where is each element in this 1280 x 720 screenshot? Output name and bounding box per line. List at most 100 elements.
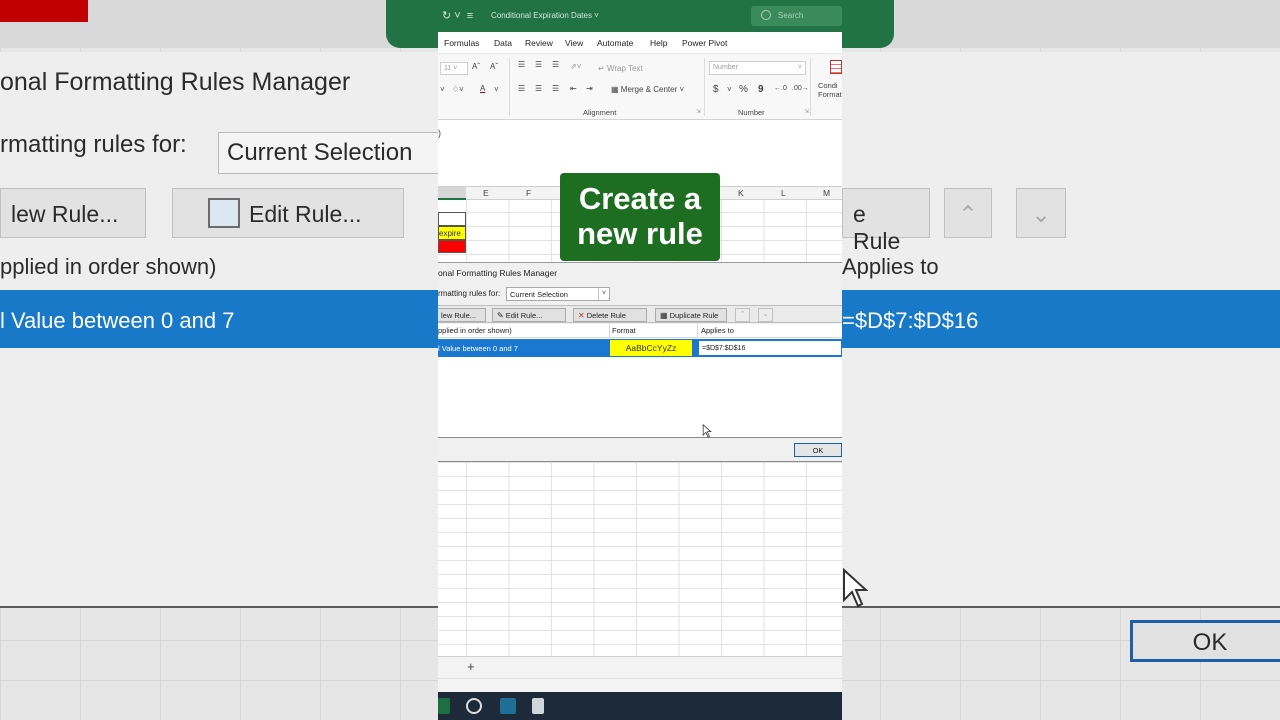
ribbon-separator — [509, 58, 510, 116]
tab-data[interactable]: Data — [494, 38, 512, 48]
add-sheet-plus-icon[interactable]: + — [467, 659, 475, 674]
app-taskbar-icon[interactable] — [500, 698, 516, 714]
bg-col-rule: pplied in order shown) — [0, 254, 217, 279]
rule-row[interactable]: l Value between 0 and 7 AaBbCcYyZz =$D$7… — [438, 339, 842, 357]
show-rules-select[interactable]: Current Selection ˅ — [506, 287, 610, 301]
ribbon-tabs: Formulas Data Review View Automate Help … — [438, 32, 842, 54]
namebox-edge: ) — [438, 128, 441, 138]
bg-new-rule-button: lew Rule... — [0, 188, 146, 238]
number-format-box[interactable]: Number ˅ — [709, 61, 806, 75]
ribbon: 11 ˅ Aˆ Aˇ ˅ ♢˅ A ˅ ☰ ☰ ☰ ⇗˅ ↵ Wrap Text… — [438, 54, 842, 120]
borders-dropdown-icon[interactable]: ˅ — [440, 85, 445, 94]
currency-button[interactable]: $ — [713, 84, 719, 95]
tab-power-pivot[interactable]: Power Pivot — [682, 38, 727, 48]
rules-list: pplied in order shown) Format Applies to… — [438, 324, 842, 438]
column-header-e[interactable]: E — [483, 188, 489, 198]
conditional-formatting-icon[interactable] — [830, 60, 842, 74]
tab-help[interactable]: Help — [650, 38, 667, 48]
bg-show-label: rmatting rules for: — [0, 131, 187, 158]
search-placeholder: Search — [778, 11, 804, 20]
increase-font-icon[interactable]: Aˆ — [472, 62, 480, 71]
align-left-icon[interactable]: ☰ — [518, 84, 525, 93]
new-rule-button[interactable]: lew Rule... — [438, 308, 486, 322]
ok-button[interactable]: OK — [794, 443, 842, 457]
document-title[interactable]: Conditional Expiration Dates ˅ — [491, 11, 599, 20]
group-alignment-label: Alignment — [583, 108, 617, 117]
font-color-dropdown-icon[interactable]: ˅ — [494, 85, 499, 94]
bg-dialog-title: onal Formatting Rules Manager — [0, 68, 351, 96]
clock-app-icon[interactable] — [466, 698, 482, 714]
column-header-f[interactable]: F — [526, 188, 531, 198]
orientation-icon[interactable]: ⇗˅ — [570, 62, 581, 71]
bg-move-up-button: ⌃ — [944, 188, 992, 238]
rules-list-header: pplied in order shown) Format Applies to — [438, 324, 842, 338]
excel-taskbar-icon[interactable] — [438, 698, 450, 714]
show-rules-label: rmatting rules for: — [438, 289, 501, 298]
move-down-button[interactable]: ⌄ — [758, 308, 773, 322]
decrease-indent-icon[interactable]: ⇤ — [570, 84, 577, 93]
fill-color-icon[interactable]: ♢˅ — [452, 85, 464, 94]
align-right-icon[interactable]: ☰ — [552, 84, 559, 93]
tab-automate[interactable]: Automate — [597, 38, 633, 48]
chevron-down-icon: ˅ — [598, 288, 609, 300]
bg-move-down-button: ⌄ — [1016, 188, 1066, 238]
bg-ok-button: OK — [1130, 620, 1280, 662]
tab-view[interactable]: View — [565, 38, 583, 48]
duplicate-rule-button[interactable]: ▦ Duplicate Rule — [655, 308, 727, 322]
header-divider — [609, 324, 610, 338]
percent-button[interactable]: % — [739, 84, 748, 95]
align-bottom-icon[interactable]: ☰ — [552, 60, 559, 69]
applies-to-field[interactable]: =$D$7:$D$16 — [698, 340, 842, 356]
selected-column-header[interactable] — [438, 187, 466, 200]
merge-center-button[interactable]: ▦ Merge & Center ˅ — [611, 85, 684, 94]
increase-decimal-icon[interactable]: ←.0 — [774, 85, 787, 92]
bg-col-applies: Applies to — [842, 254, 939, 279]
decrease-font-icon[interactable]: Aˇ — [490, 62, 498, 71]
status-bar — [438, 678, 842, 692]
decrease-decimal-icon[interactable]: .00→ — [792, 85, 809, 92]
legend-cell-red[interactable] — [438, 240, 466, 253]
tab-review[interactable]: Review — [525, 38, 553, 48]
dialog-title: onal Formatting Rules Manager — [438, 268, 558, 278]
column-header-m[interactable]: M — [823, 188, 830, 198]
align-middle-icon[interactable]: ☰ — [535, 60, 542, 69]
ribbon-separator — [704, 58, 705, 116]
alignment-launcher-icon[interactable]: ⇲ — [696, 108, 701, 115]
show-rules-value: Current Selection — [510, 290, 568, 299]
legend-cell-yellow[interactable]: expire — [438, 226, 466, 240]
align-top-icon[interactable]: ☰ — [518, 60, 525, 69]
mouse-cursor-icon — [702, 424, 712, 438]
increase-indent-icon[interactable]: ⇥ — [586, 84, 593, 93]
col-format-header: Format — [612, 326, 636, 335]
wrap-text-button[interactable]: ↵ Wrap Text — [598, 64, 643, 73]
taskbar — [438, 692, 842, 720]
column-header-k[interactable]: K — [738, 188, 744, 198]
number-launcher-icon[interactable]: ⇲ — [804, 108, 809, 115]
comma-style-button[interactable]: 9 — [758, 84, 764, 95]
worksheet-grid-lower[interactable] — [438, 462, 842, 656]
legend-cell-white[interactable] — [438, 212, 466, 226]
quick-access-icons[interactable]: ↻ ˅ ≡ — [442, 9, 473, 22]
rule-description: l Value between 0 and 7 — [438, 344, 518, 353]
column-header-l[interactable]: L — [781, 188, 786, 198]
format-preview: AaBbCcYyZz — [610, 340, 692, 356]
excel-window: ↻ ˅ ≡ Conditional Expiration Dates ˅ Sea… — [438, 0, 842, 720]
align-center-icon[interactable]: ☰ — [535, 84, 542, 93]
delete-x-icon: ✕ — [578, 311, 585, 320]
search-box[interactable]: Search — [751, 6, 842, 26]
bg-show-select: Current Selection — [218, 132, 458, 174]
tab-formulas[interactable]: Formulas — [444, 38, 479, 48]
sheet-tab-bar: + — [438, 656, 842, 678]
delete-rule-label: Delete Rule — [586, 311, 626, 320]
font-size-box[interactable]: 11 ˅ — [440, 62, 468, 75]
currency-dropdown-icon[interactable]: ˅ — [727, 85, 732, 94]
conditional-formatting-button[interactable]: Condi Format — [818, 81, 842, 99]
move-up-button[interactable]: ⌃ — [735, 308, 750, 322]
delete-rule-button[interactable]: ✕ Delete Rule — [573, 308, 647, 322]
edit-rule-button[interactable]: ✎ Edit Rule... — [492, 308, 566, 322]
bg-red-cell — [0, 0, 88, 22]
title-bar: ↻ ˅ ≡ Conditional Expiration Dates ˅ Sea… — [438, 0, 842, 32]
calculator-icon[interactable] — [532, 698, 544, 714]
bg-edit-rule-button: Edit Rule... — [172, 188, 404, 238]
font-color-icon[interactable]: A — [480, 84, 485, 93]
